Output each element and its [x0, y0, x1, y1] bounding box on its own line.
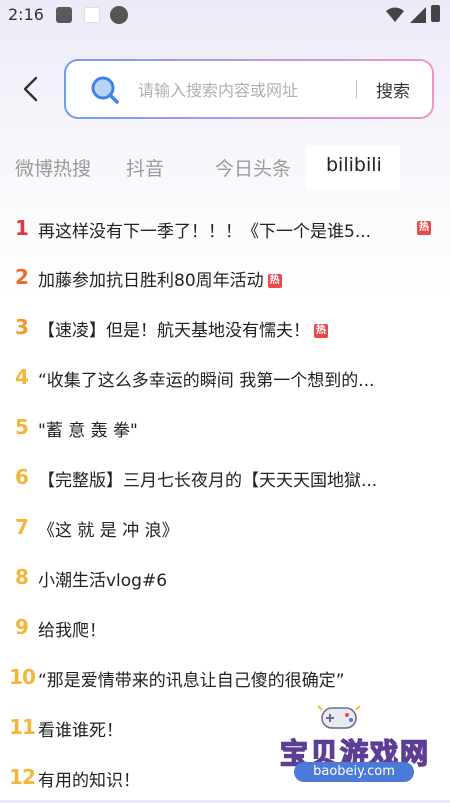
hot-badge: 热 [267, 274, 282, 288]
back-button[interactable] [14, 72, 48, 106]
list-item-title-wrap: 【速凌】但是！航天基地没有懦夫！ 热 [38, 316, 328, 341]
tab-douyin[interactable]: 抖音 [126, 154, 164, 181]
list-item[interactable]: 5 "蓄 意 轰 拳" [0, 403, 450, 453]
hot-badge: 热 [417, 221, 431, 235]
rank-number: 1 [15, 216, 29, 240]
list-item-title: 小潮生活vlog#6 [38, 571, 168, 591]
list-item[interactable]: 7 《这 就 是 冲 浪》 [0, 503, 450, 553]
search-bar-inner: 搜索 [66, 61, 432, 117]
rank-number: 5 [15, 415, 29, 439]
list-item-title: “收集了这么多幸运的瞬间 我第一个想到的... [38, 371, 375, 391]
status-time: 2:16 [8, 5, 44, 24]
rank-number: 8 [15, 565, 29, 589]
list-item-title: 《这 就 是 冲 浪》 [38, 521, 179, 541]
search-divider [356, 80, 357, 98]
list-item-title: "蓄 意 轰 拳" [38, 421, 138, 441]
rank-number: 6 [15, 465, 29, 489]
list-item-title: 【完整版】三月七长夜月的【天天天国地獄... [38, 471, 378, 491]
list-item[interactable]: 2 加藤参加抗日胜利80周年活动热 [0, 253, 450, 303]
list-item-title: 有用的知识！ [38, 771, 140, 791]
list-item[interactable]: 3 【速凌】但是！航天基地没有懦夫！ 热 [0, 303, 450, 353]
rank-number: 11 [9, 715, 36, 739]
status-bar: 2:16 [0, 0, 450, 32]
list-item[interactable]: 10 “那是爱情带来的讯息让自己傻的很确定” [0, 653, 450, 703]
chevron-left-icon [23, 76, 38, 102]
list-item-title: 【速凌】但是！航天基地没有懦夫！ [38, 321, 310, 341]
battery-icon [431, 5, 440, 22]
signal-icon [410, 7, 426, 23]
list-item-title: 加藤参加抗日胜利80周年活动 [38, 271, 264, 291]
tab-bilibili[interactable]: bilibili [324, 154, 384, 176]
list-item[interactable]: 4 “收集了这么多幸运的瞬间 我第一个想到的... [0, 353, 450, 403]
list-item[interactable]: 6 【完整版】三月七长夜月的【天天天国地獄... [0, 453, 450, 503]
search-icon [91, 76, 119, 104]
search-button[interactable]: 搜索 [376, 77, 410, 102]
app-notification-icon [110, 6, 128, 24]
tab-toutiao[interactable]: 今日头条 [215, 154, 291, 181]
notification-icon [56, 7, 72, 23]
list-item-title: “那是爱情带来的讯息让自己傻的很确定” [38, 671, 345, 691]
search-bar: 搜索 [64, 59, 434, 119]
watermark-logo: 宝贝游戏网 baobeiy.com [270, 698, 440, 784]
list-item[interactable]: 1 再这样没有下一季了！！！《下一个是谁5... 热 [0, 204, 450, 254]
list-item-title: 看谁谁死！ [38, 721, 123, 741]
rank-number: 9 [15, 615, 29, 639]
rank-number: 4 [15, 365, 29, 389]
rank-number: 7 [15, 515, 29, 539]
list-item[interactable]: 8 小潮生活vlog#6 [0, 553, 450, 603]
search-input[interactable] [136, 75, 350, 105]
wifi-icon [386, 7, 404, 22]
tab-weibo[interactable]: 微博热搜 [15, 154, 91, 181]
watermark-url: baobeiy.com [294, 762, 414, 782]
list-item-title: 给我爬！ [38, 621, 106, 641]
rank-number: 12 [9, 765, 36, 789]
gamepad-icon [317, 705, 361, 729]
rank-number: 2 [15, 265, 29, 289]
rank-number: 3 [15, 315, 29, 339]
list-item[interactable]: 9 给我爬！ [0, 603, 450, 653]
list-item-title: 再这样没有下一季了！！！《下一个是谁5... [38, 222, 372, 242]
list-item-title-wrap: 加藤参加抗日胜利80周年活动热 [38, 266, 282, 291]
rank-number: 10 [9, 665, 36, 689]
hot-badge: 热 [314, 324, 328, 338]
source-tabs: 微博热搜 抖音 今日头条 bilibili [0, 145, 450, 190]
notification-icon [84, 7, 100, 23]
